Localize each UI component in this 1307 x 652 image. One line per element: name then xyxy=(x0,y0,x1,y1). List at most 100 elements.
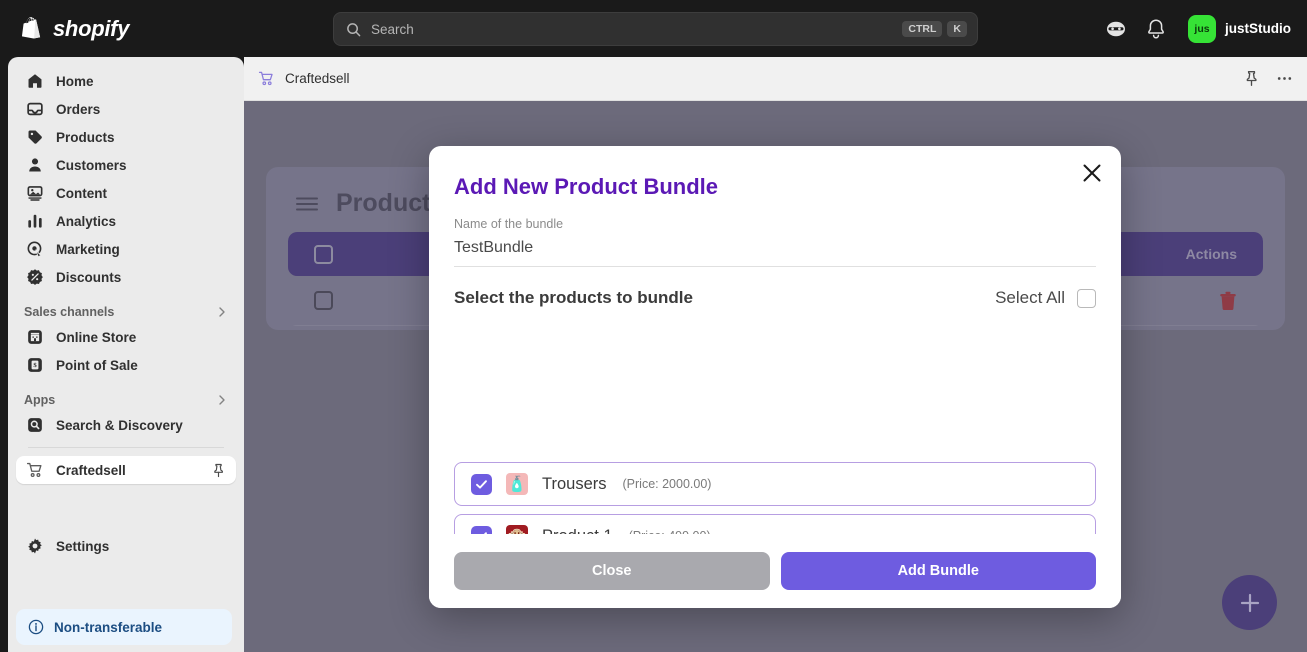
product-price: (Price: 2000.00) xyxy=(622,477,712,491)
close-icon[interactable] xyxy=(1081,162,1103,184)
trash-icon[interactable] xyxy=(1219,291,1237,311)
sidebar-item-marketing[interactable]: Marketing xyxy=(16,235,236,263)
sidebar-item-products[interactable]: Products xyxy=(16,123,236,151)
search-square-icon xyxy=(28,418,42,432)
chevron-right-icon xyxy=(219,395,225,405)
sidebar: Home Orders Products Customers Content A… xyxy=(8,57,244,652)
kbd-ctrl: CTRL xyxy=(902,20,943,38)
check-icon xyxy=(476,479,487,489)
bundle-name-field: Name of the bundle xyxy=(454,217,1096,267)
sidebar-item-search-discovery[interactable]: Search & Discovery xyxy=(16,411,236,439)
bundle-name-input[interactable] xyxy=(454,231,1096,267)
sidebar-item-label: Analytics xyxy=(56,213,117,229)
column-header-actions: Actions xyxy=(1185,246,1237,262)
row-checkbox[interactable] xyxy=(314,291,333,310)
app-header-bar: Craftedsell xyxy=(244,57,1307,101)
gear-icon xyxy=(28,538,42,554)
image-icon xyxy=(27,186,43,201)
sidebar-item-settings[interactable]: Settings xyxy=(16,532,236,560)
product-name: Trousers xyxy=(542,474,607,493)
sidebar-item-analytics[interactable]: Analytics xyxy=(16,207,236,235)
tag-icon xyxy=(28,130,42,144)
shopify-logo[interactable]: shopify xyxy=(22,16,129,42)
sidebar-item-label: Point of Sale xyxy=(56,357,138,373)
user-menu[interactable]: jus justStudio xyxy=(1184,14,1291,43)
close-button[interactable]: Close xyxy=(454,552,770,590)
sidebar-item-label: Settings xyxy=(56,538,110,554)
product-list[interactable]: 🧴 Trousers (Price: 2000.00) 🏨 Product 1 … xyxy=(454,462,1096,534)
discount-icon xyxy=(27,269,43,285)
sidebar-item-label: Content xyxy=(56,185,107,201)
app-header-actions xyxy=(1243,70,1293,87)
product-item[interactable]: 🧴 Trousers (Price: 2000.00) xyxy=(454,462,1096,506)
product-thumbnail: 🧴 xyxy=(506,473,528,495)
add-bundle-fab[interactable] xyxy=(1222,575,1277,630)
product-name: Product 1 xyxy=(542,527,613,535)
sidebar-item-label: Search & Discovery xyxy=(56,417,183,433)
add-bundle-button[interactable]: Add Bundle xyxy=(780,552,1096,590)
sidebar-item-label: Home xyxy=(56,73,94,89)
modal-footer: Close Add Bundle xyxy=(429,534,1121,608)
sidebar-group-label: Sales channels xyxy=(24,305,115,319)
ellipsis-icon[interactable] xyxy=(1276,70,1293,87)
pin-icon[interactable] xyxy=(1243,70,1260,87)
select-products-row: Select the products to bundle Select All xyxy=(454,288,1096,308)
sidebar-group-label: Apps xyxy=(24,393,56,407)
brand-name: shopify xyxy=(53,15,130,41)
notifications-icon[interactable] xyxy=(1144,17,1168,41)
sidebar-item-home[interactable]: Home xyxy=(16,67,236,95)
cart-icon xyxy=(26,462,42,478)
global-search[interactable]: CTRL K xyxy=(333,12,978,46)
banner-label: Non-transferable xyxy=(54,619,163,635)
add-bundle-modal: Add New Product Bundle Name of the bundl… xyxy=(429,146,1121,608)
inbox-icon[interactable] xyxy=(1104,17,1128,41)
select-all-rows-checkbox[interactable] xyxy=(314,244,333,264)
user-name: justStudio xyxy=(1225,21,1291,36)
search-input[interactable] xyxy=(371,21,903,37)
pin-icon[interactable] xyxy=(211,463,226,478)
product-checkbox[interactable] xyxy=(471,525,492,534)
modal-title: Add New Product Bundle xyxy=(454,174,718,199)
top-bar-actions: jus justStudio xyxy=(1104,0,1291,57)
hamburger-icon[interactable] xyxy=(296,196,318,212)
sidebar-item-online-store[interactable]: Online Store xyxy=(16,323,236,351)
product-checkbox[interactable] xyxy=(471,473,492,495)
sidebar-item-label: Products xyxy=(56,129,115,145)
app-window: shopify CTRL K xyxy=(0,0,1307,652)
non-transferable-banner: Non-transferable xyxy=(16,609,232,645)
shopify-bag-icon xyxy=(22,16,41,39)
sidebar-item-label: Customers xyxy=(56,157,127,173)
search-icon xyxy=(347,22,361,36)
product-thumbnail: 🏨 xyxy=(506,525,528,534)
sidebar-group-sales-channels[interactable]: Sales channels xyxy=(24,305,228,319)
sidebar-item-craftedsell[interactable]: Craftedsell xyxy=(16,456,236,484)
plus-icon xyxy=(1240,593,1259,612)
orders-icon xyxy=(27,102,43,116)
sidebar-item-point-of-sale[interactable]: $ Point of Sale xyxy=(16,351,236,379)
cart-icon xyxy=(258,71,273,86)
select-all-checkbox[interactable] xyxy=(1077,288,1096,308)
sidebar-item-label: Discounts xyxy=(56,269,122,285)
sidebar-item-label: Marketing xyxy=(56,241,120,257)
store-icon xyxy=(28,330,42,344)
sidebar-divider xyxy=(28,447,224,448)
bar-chart-icon xyxy=(28,214,42,228)
sidebar-item-content[interactable]: Content xyxy=(16,179,236,207)
sidebar-item-label: Craftedsell xyxy=(56,462,126,478)
pos-icon: $ xyxy=(28,358,42,372)
person-icon xyxy=(29,158,41,172)
select-all-control[interactable]: Select All xyxy=(995,288,1096,308)
sidebar-item-discounts[interactable]: Discounts xyxy=(16,263,236,291)
sidebar-item-orders[interactable]: Orders xyxy=(16,95,236,123)
sidebar-item-customers[interactable]: Customers xyxy=(16,151,236,179)
avatar: jus xyxy=(1188,14,1216,43)
product-item[interactable]: 🏨 Product 1 (Price: 499.00) xyxy=(454,514,1096,534)
sidebar-item-label: Orders xyxy=(56,101,101,117)
app-header-title: Craftedsell xyxy=(285,71,350,86)
chevron-right-icon xyxy=(219,307,225,317)
bundle-name-label: Name of the bundle xyxy=(454,217,564,231)
sidebar-group-apps[interactable]: Apps xyxy=(24,393,228,407)
sidebar-item-label: Online Store xyxy=(56,329,137,345)
select-all-label: Select All xyxy=(995,288,1065,307)
home-icon xyxy=(28,74,42,88)
